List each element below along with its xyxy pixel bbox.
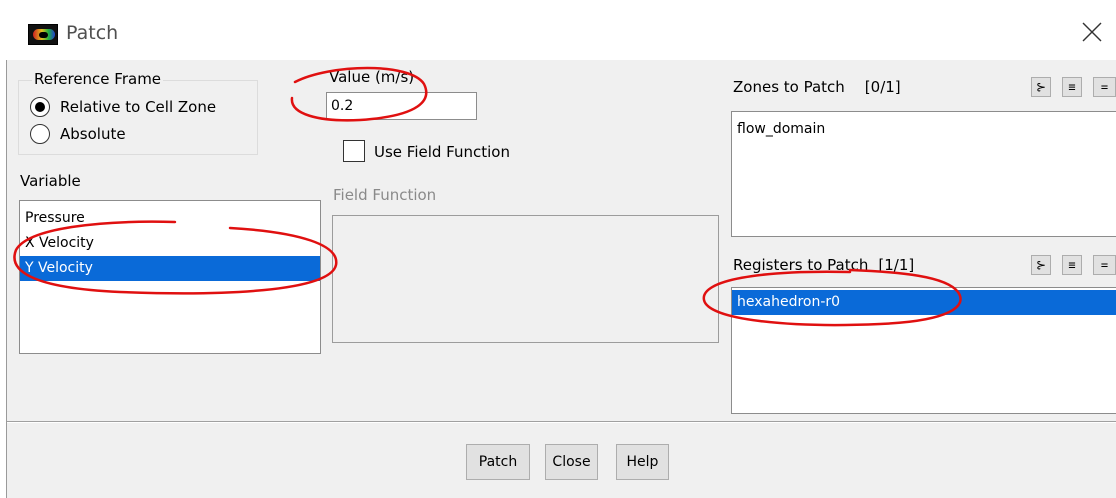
field-function-box bbox=[332, 215, 719, 343]
radio-relative-label: Relative to Cell Zone bbox=[60, 98, 217, 116]
value-input[interactable] bbox=[326, 92, 477, 120]
list-item-y-velocity[interactable]: Y Velocity bbox=[20, 256, 320, 281]
deselect-all-icon[interactable]: ≡ bbox=[1062, 77, 1082, 97]
close-button[interactable]: Close bbox=[545, 444, 598, 480]
select-all-icon[interactable]: ⊱ bbox=[1031, 255, 1051, 275]
list-icon[interactable]: = bbox=[1093, 255, 1116, 275]
value-label: Value (m/s) bbox=[329, 68, 415, 86]
zones-list[interactable]: flow_domain bbox=[731, 111, 1116, 237]
zones-count: [0/1] bbox=[864, 78, 901, 96]
registers-count: [1/1] bbox=[878, 256, 915, 274]
list-item-flow-domain[interactable]: flow_domain bbox=[732, 117, 1116, 142]
use-field-function-label: Use Field Function bbox=[374, 143, 510, 161]
variable-list[interactable]: Pressure X Velocity Y Velocity bbox=[19, 200, 321, 354]
list-item-pressure[interactable]: Pressure bbox=[20, 206, 320, 231]
patch-button[interactable]: Patch bbox=[466, 444, 530, 480]
registers-label: Registers to Patch [1/1] bbox=[733, 256, 915, 274]
select-all-icon[interactable]: ⊱ bbox=[1031, 77, 1051, 97]
use-field-function-checkbox[interactable] bbox=[343, 140, 365, 162]
list-icon[interactable]: = bbox=[1093, 77, 1116, 97]
title-bar: Patch bbox=[0, 0, 1116, 60]
radio-absolute-label: Absolute bbox=[60, 125, 126, 143]
fluent-logo-icon bbox=[28, 24, 58, 45]
field-function-label: Field Function bbox=[333, 186, 437, 204]
deselect-all-icon[interactable]: ≡ bbox=[1062, 255, 1082, 275]
zones-label: Zones to Patch [0/1] bbox=[733, 78, 901, 96]
registers-list[interactable]: hexahedron-r0 bbox=[731, 287, 1116, 414]
window-title: Patch bbox=[66, 22, 119, 44]
help-button[interactable]: Help bbox=[616, 444, 669, 480]
close-x-icon[interactable] bbox=[1078, 18, 1106, 46]
radio-relative-to-cell-zone[interactable]: Relative to Cell Zone bbox=[30, 97, 216, 117]
list-item-hexahedron-r0[interactable]: hexahedron-r0 bbox=[732, 290, 1116, 315]
radio-checked-icon[interactable] bbox=[30, 97, 50, 117]
radio-absolute[interactable]: Absolute bbox=[30, 124, 126, 144]
reference-frame-label: Reference Frame bbox=[32, 70, 164, 88]
radio-unchecked-icon[interactable] bbox=[30, 124, 50, 144]
list-item-x-velocity[interactable]: X Velocity bbox=[20, 231, 320, 256]
variable-label: Variable bbox=[20, 172, 81, 190]
